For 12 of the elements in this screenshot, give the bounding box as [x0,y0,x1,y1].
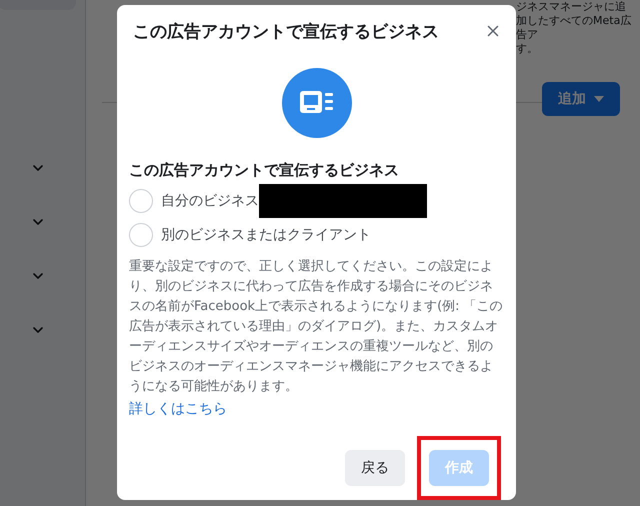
back-button[interactable]: 戻る [345,450,405,486]
option-label: 自分のビジネス [161,192,259,210]
notice-text: ジネスマネージャに追加したすべてのMeta広告ア [516,0,632,42]
learn-more-link[interactable]: 詳しくはこちら [129,400,227,418]
option-label: 別のビジネスまたはクライアント [161,226,371,244]
radio-button[interactable] [129,223,153,247]
radio-button[interactable] [129,189,153,213]
section-heading: この広告アカウントで宣伝するビジネス [129,161,400,180]
add-button[interactable]: 追加 [542,82,620,116]
notice-text: す。 [516,42,539,56]
dialog-title: この広告アカウントで宣伝するビジネス [133,20,439,42]
description-text: 重要な設定ですので、正しく選択してください。この設定により、別のビジネスに代わって広告を作成する場合にそのビジネスの名前がFacebook上で表示されるようになります(例: 「この広告が表示されている理由」のダイアログ)。また、カスタムオーディエンスサイズやオーディエンスの重複ツールなど、別のビジネスのオーディエンスマネージャ機能にアクセスできるようになる可能性があります。 [129,258,504,396]
